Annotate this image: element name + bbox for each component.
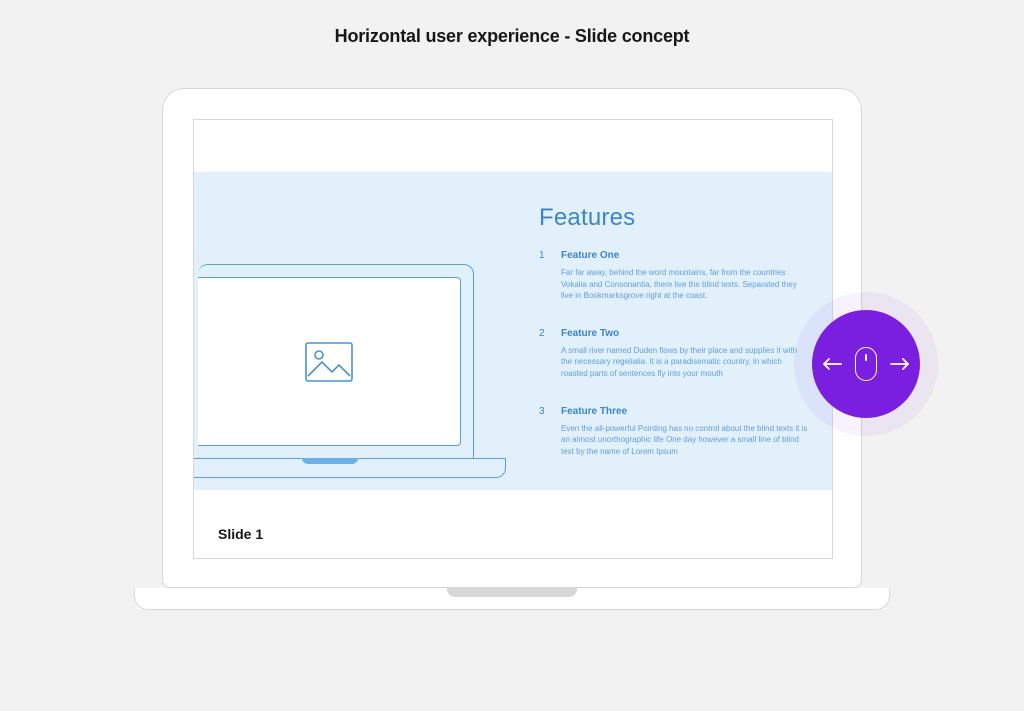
arrow-left-icon: [821, 356, 843, 372]
feature-description: Far far away, behind the word mountains,…: [561, 267, 808, 302]
feature-item: 2 Feature Two A small river named Duden …: [539, 328, 808, 380]
laptop-screen: Features 1 Feature One Far far away, beh…: [193, 119, 833, 559]
feature-description: A small river named Duden flows by their…: [561, 345, 808, 380]
features-column: Features 1 Feature One Far far away, beh…: [539, 204, 808, 483]
inner-laptop-touchpad: [302, 458, 358, 464]
horizontal-scroll-badge[interactable]: [812, 310, 920, 418]
feature-item: 1 Feature One Far far away, behind the w…: [539, 250, 808, 302]
feature-item: 3 Feature Three Even the all-powerful Po…: [539, 406, 808, 458]
arrow-right-icon: [889, 356, 911, 372]
page-title: Horizontal user experience - Slide conce…: [0, 26, 1024, 47]
laptop-base: [134, 588, 890, 610]
feature-title: Feature Two: [561, 328, 808, 339]
inner-laptop-illustration: [193, 264, 506, 490]
mouse-scroll-icon: [855, 347, 877, 381]
slide-label: Slide 1: [218, 526, 263, 542]
feature-number: 3: [539, 406, 549, 458]
inner-laptop-panel: [198, 277, 461, 446]
feature-title: Feature One: [561, 250, 808, 261]
image-placeholder-icon: [305, 342, 353, 382]
feature-description: Even the all-powerful Pointing has no co…: [561, 423, 808, 458]
feature-number: 1: [539, 250, 549, 302]
laptop-notch: [447, 587, 577, 597]
feature-number: 2: [539, 328, 549, 380]
laptop-body: Features 1 Feature One Far far away, beh…: [162, 88, 862, 588]
feature-title: Feature Three: [561, 406, 808, 417]
features-heading: Features: [539, 204, 808, 232]
laptop-mockup: Features 1 Feature One Far far away, beh…: [162, 88, 862, 588]
slide-canvas: Features 1 Feature One Far far away, beh…: [194, 172, 832, 490]
inner-laptop-screen: [198, 264, 474, 459]
